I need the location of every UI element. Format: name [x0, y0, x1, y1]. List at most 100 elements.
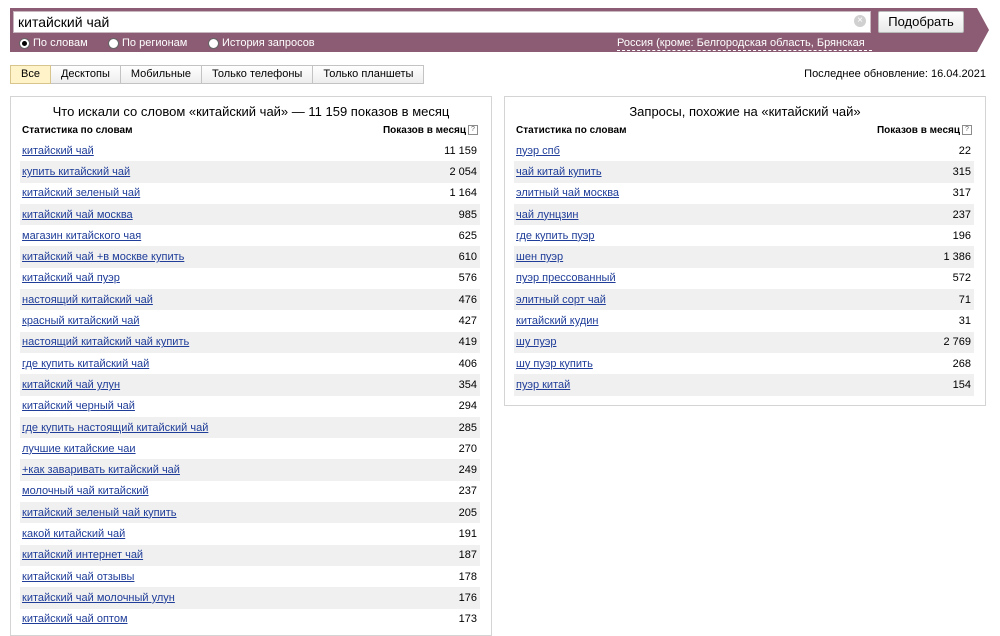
impressions-count: 315 [952, 165, 971, 178]
phrase-link[interactable]: настоящий китайский чай [22, 294, 153, 306]
tab-desktops[interactable]: Десктопы [50, 65, 121, 84]
phrase-link[interactable]: шу пуэр [516, 336, 556, 348]
radio-by-words[interactable]: По словам [19, 36, 88, 50]
column-header-count: Показов в месяц? [383, 125, 478, 136]
table-row: шен пуэр 1 386 [514, 246, 974, 268]
phrase-link[interactable]: магазин китайского чая [22, 230, 141, 242]
phrase-link[interactable]: китайский чай оптом [22, 613, 128, 625]
impressions-count: 427 [458, 315, 477, 328]
column-header-phrase: Статистика по словам [22, 125, 133, 136]
tab-tablets-only[interactable]: Только планшеты [313, 65, 425, 84]
impressions-count: 173 [458, 613, 477, 626]
phrase-link[interactable]: пуэр прессованный [516, 272, 616, 284]
phrase-link[interactable]: китайский чай +в москве купить [22, 251, 184, 263]
tab-phones-only[interactable]: Только телефоны [201, 65, 314, 84]
radio-history[interactable]: История запросов [208, 36, 315, 50]
impressions-count: 71 [958, 293, 971, 306]
phrase-link[interactable]: пуэр спб [516, 145, 560, 157]
left-stats-panel: Что искали со словом «китайский чай» — 1… [10, 96, 492, 636]
phrase-link[interactable]: какой китайский чай [22, 528, 125, 540]
table-row: китайский чай улун 354 [20, 374, 480, 396]
table-row: пуэр прессованный 572 [514, 268, 974, 289]
table-row: чай лунцзин 237 [514, 203, 974, 226]
table-row: китайский интернет чай 187 [20, 544, 480, 566]
phrase-link[interactable]: китайский зеленый чай [22, 187, 140, 199]
table-row: пуэр спб 22 [514, 140, 974, 161]
column-header-count: Показов в месяц? [877, 125, 972, 136]
impressions-count: 196 [952, 229, 971, 242]
phrase-link[interactable]: китайский чай пуэр [22, 272, 120, 284]
table-row: китайский чай молочный улун 176 [20, 587, 480, 609]
help-icon[interactable]: ? [468, 125, 478, 136]
impressions-count: 625 [458, 229, 477, 242]
impressions-count: 610 [458, 251, 477, 264]
impressions-count: 176 [458, 591, 477, 604]
impressions-count: 419 [458, 336, 477, 349]
phrase-link[interactable]: китайский чай отзывы [22, 571, 134, 583]
radio-label: По словам [33, 37, 88, 49]
phrase-link[interactable]: шен пуэр [516, 251, 563, 263]
phrase-link[interactable]: шу пуэр купить [516, 358, 593, 370]
help-icon[interactable]: ? [962, 125, 972, 136]
phrase-link[interactable]: китайский кудин [516, 315, 599, 327]
region-selector-link[interactable]: Россия (кроме: Белгородская область, Бря… [617, 36, 872, 51]
table-row: настоящий китайский чай купить 419 [20, 331, 480, 353]
column-header-phrase: Статистика по словам [516, 125, 627, 136]
column-header-count-label: Показов в месяц [382, 125, 466, 136]
table-row: шу пуэр купить 268 [514, 353, 974, 374]
table-row: красный китайский чай 427 [20, 310, 480, 331]
phrase-link[interactable]: где купить настоящий китайский чай [22, 422, 208, 434]
phrase-link[interactable]: элитный чай москва [516, 187, 619, 199]
phrase-link[interactable]: китайский чай молочный улун [22, 592, 175, 604]
table-row: китайский чай пуэр 576 [20, 268, 480, 289]
right-similar-panel: Запросы, похожие на «китайский чай» Стат… [504, 96, 986, 406]
table-row: лучшие китайские чаи 270 [20, 438, 480, 459]
search-bar-arrow [977, 8, 989, 52]
phrase-link[interactable]: молочный чай китайский [22, 485, 149, 497]
phrase-link[interactable]: где купить пуэр [516, 230, 595, 242]
phrase-link[interactable]: где купить китайский чай [22, 358, 149, 370]
impressions-count: 31 [958, 315, 971, 328]
tab-all[interactable]: Все [10, 65, 51, 84]
radio-label: История запросов [222, 37, 315, 49]
phrase-link[interactable]: китайский чай [22, 145, 94, 157]
phrase-link[interactable]: настоящий китайский чай купить [22, 336, 189, 348]
table-row: китайский чай отзывы 178 [20, 566, 480, 587]
phrase-link[interactable]: китайский черный чай [22, 400, 135, 412]
table-row: где купить пуэр 196 [514, 225, 974, 246]
phrase-link[interactable]: лучшие китайские чаи [22, 443, 136, 455]
phrase-link[interactable]: красный китайский чай [22, 315, 140, 327]
table-row: шу пуэр 2 769 [514, 331, 974, 353]
phrase-link[interactable]: элитный сорт чай [516, 294, 606, 306]
table-row: китайский чай оптом 173 [20, 609, 480, 630]
radio-by-regions[interactable]: По регионам [108, 36, 187, 50]
table-row: китайский чай +в москве купить 610 [20, 246, 480, 268]
impressions-count: 11 159 [444, 144, 477, 157]
submit-button[interactable]: Подобрать [878, 11, 964, 33]
phrase-link[interactable]: китайский чай улун [22, 379, 120, 391]
panel-title: Что искали со словом «китайский чай» — 1… [52, 104, 450, 119]
phrase-link[interactable]: чай лунцзин [516, 209, 578, 221]
column-header-count-label: Показов в месяц [876, 125, 960, 136]
impressions-count: 154 [952, 378, 971, 391]
search-input[interactable]: китайский чай [13, 11, 871, 33]
phrase-link[interactable]: китайский интернет чай [22, 549, 143, 561]
table-row: какой китайский чай 191 [20, 523, 480, 544]
impressions-count: 294 [458, 400, 477, 413]
table-row: китайский зеленый чай 1 164 [20, 183, 480, 204]
table-row: пуэр китай 154 [514, 374, 974, 396]
phrase-link[interactable]: чай китай купить [516, 166, 602, 178]
clear-icon[interactable]: × [854, 15, 866, 27]
phrase-link[interactable]: китайский чай москва [22, 209, 133, 221]
impressions-count: 2 769 [943, 336, 971, 349]
impressions-count: 191 [458, 527, 477, 540]
table-row: китайский зеленый чай купить 205 [20, 502, 480, 524]
phrase-link[interactable]: купить китайский чай [22, 166, 130, 178]
tab-mobile[interactable]: Мобильные [120, 65, 202, 84]
impressions-count: 268 [952, 357, 971, 370]
phrase-link[interactable]: пуэр китай [516, 379, 570, 391]
phrase-link[interactable]: +как заваривать китайский чай [22, 464, 180, 476]
phrase-link[interactable]: китайский зеленый чай купить [22, 507, 177, 519]
impressions-count: 572 [952, 272, 971, 285]
table-row: китайский чай 11 159 [20, 140, 480, 161]
